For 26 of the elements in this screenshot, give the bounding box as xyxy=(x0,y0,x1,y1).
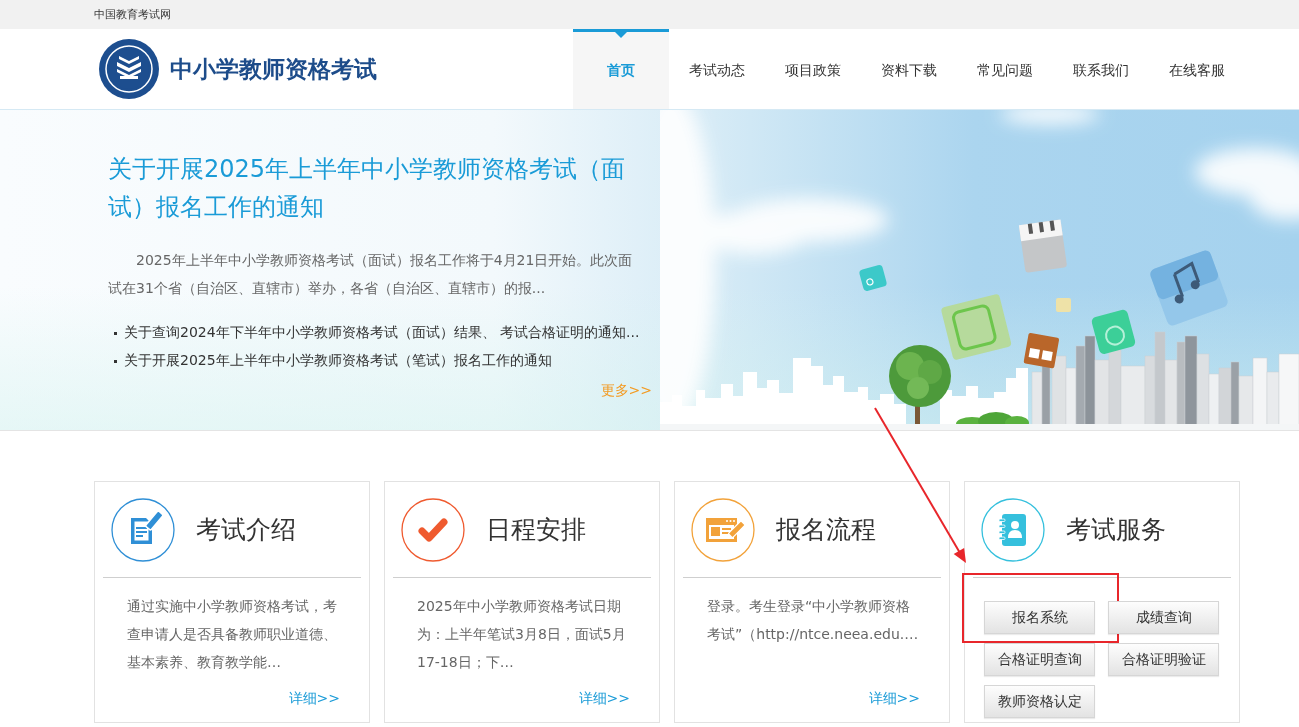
bullet-icon xyxy=(114,331,117,335)
news-link[interactable]: 关于开展2025年上半年中小学教师资格考试（笔试）报名工作的通知 xyxy=(124,352,552,370)
service-button[interactable]: 成绩查询 xyxy=(1108,601,1219,634)
card-description: 通过实施中小学教师资格考试，考查申请人是否具备教师职业道德、基本素养、教育教学能… xyxy=(127,597,338,672)
service-button[interactable]: 合格证明查询 xyxy=(984,643,1095,676)
nav-tab[interactable]: 联系我们 xyxy=(1053,29,1149,109)
service-button[interactable]: 合格证明验证 xyxy=(1108,643,1219,676)
card-description: 登录。考生登录“中小学教师资格考试”（http://ntce.neea.edu.… xyxy=(707,597,920,644)
bullet-icon xyxy=(114,359,117,363)
nav-tab[interactable]: 在线客服 xyxy=(1149,29,1245,109)
nav-tab[interactable]: 项目政策 xyxy=(765,29,861,109)
news-link[interactable]: 关于查询2024年下半年中小学教师资格考试（面试）结果、 考试合格证明的通知... xyxy=(124,324,640,342)
site-title: 中小学教师资格考试 xyxy=(170,54,377,84)
card-title: 报名流程 xyxy=(776,514,876,546)
nav-tab[interactable]: 常见问题 xyxy=(957,29,1053,109)
service-button[interactable]: 报名系统 xyxy=(984,601,1095,634)
card-title: 日程安排 xyxy=(486,514,586,546)
nav-tab[interactable]: 考试动态 xyxy=(669,29,765,109)
nav-tab[interactable]: 资料下载 xyxy=(861,29,957,109)
summary-text: 2025年上半年中小学教师资格考试（面试）报名工作将于4月21日开始。此次面试在31个省（自治区、直辖市）举办，各省（自治区、直辖市）的报... xyxy=(108,251,634,298)
book-emblem-icon xyxy=(98,38,160,100)
card-title: 考试介绍 xyxy=(196,514,296,546)
site-name: 中国教育考试网 xyxy=(94,7,171,22)
card-description: 2025年中小学教师资格考试日期为：上半年笔试3月8日，面试5月17-18日；下… xyxy=(417,597,627,672)
card-title: 考试服务 xyxy=(1066,514,1166,546)
service-button[interactable]: 教师资格认定 xyxy=(984,685,1095,718)
